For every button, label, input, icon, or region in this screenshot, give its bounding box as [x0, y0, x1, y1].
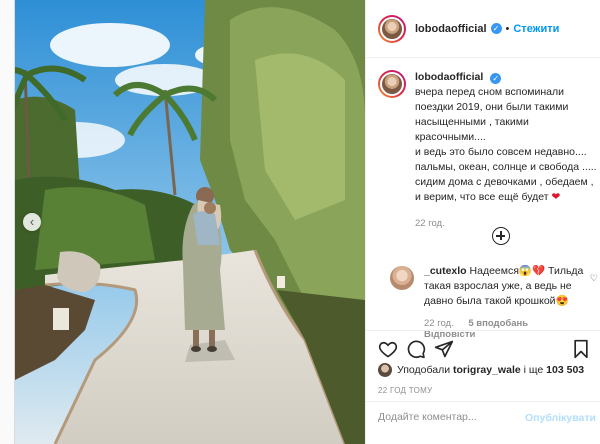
caption-username[interactable]: lobodaofficial: [415, 71, 483, 83]
photo-scene: [15, 0, 365, 444]
publish-button[interactable]: Опублікувати: [525, 412, 596, 424]
heart-icon[interactable]: [378, 339, 398, 359]
commenter-avatar[interactable]: [390, 266, 414, 290]
author-avatar[interactable]: [378, 14, 406, 43]
verified-icon: ✓: [490, 73, 502, 84]
author-username[interactable]: lobodaofficial: [415, 23, 487, 35]
post-header: lobodaofficial ✓ • Стежити: [366, 0, 600, 58]
caption-line: пальмы, океан, солнце и свобода .....: [415, 161, 597, 173]
separator-dot: •: [505, 22, 510, 35]
caption-line: и ведь это было совсем недавно....: [415, 146, 587, 158]
chevron-left-icon: ‹: [29, 214, 35, 229]
comment-item: _cutexlo Надеемся😱💔 Тильда такая взросла…: [390, 264, 598, 340]
commenter-username[interactable]: _cutexlo: [424, 265, 467, 277]
caption-line: вчера перед сном вспоминали: [415, 86, 565, 98]
comment-text: Надеемся: [469, 265, 519, 277]
heart-emoji: ❤: [551, 191, 561, 203]
comment-emoji: 😍: [555, 295, 569, 307]
follow-button[interactable]: Стежити: [513, 23, 559, 35]
caption-line: и верим, что все ещё будет: [415, 191, 549, 203]
add-comment-bar: Опублікувати: [366, 401, 600, 435]
comment-input[interactable]: [378, 411, 528, 423]
caption-line: красочными....: [415, 131, 486, 143]
comment-icon[interactable]: [406, 339, 426, 359]
caption-author-avatar[interactable]: [378, 70, 406, 98]
post-caption: lobodaofficial ✓ вчера перед сном вспоми…: [378, 70, 600, 231]
likes-summary[interactable]: Уподобали torigray_wale і ще 103 503: [378, 363, 584, 377]
liker-username[interactable]: torigray_wale: [453, 364, 521, 376]
liker-avatar: [378, 363, 392, 377]
verified-icon: ✓: [490, 23, 502, 34]
load-more-comments-button[interactable]: [492, 227, 510, 245]
share-icon[interactable]: [434, 339, 454, 359]
caption-line: насыщенными , такими: [415, 116, 529, 128]
comment-emoji: 😱💔: [518, 265, 546, 277]
post-side-panel: lobodaofficial ✓ • Стежити lobodaofficia…: [365, 0, 600, 444]
comment-like-heart-icon[interactable]: ♡: [590, 273, 598, 284]
post-timestamp[interactable]: 22 ГОД ТОМУ: [378, 386, 433, 395]
post-actions: Уподобали torigray_wale і ще 103 503 22 …: [366, 330, 600, 434]
previous-photo-button[interactable]: ‹: [23, 213, 41, 231]
likes-prefix: Уподобали: [397, 364, 451, 376]
bookmark-icon[interactable]: [572, 339, 590, 359]
caption-line: сидим дома с девочками , обедаем ,: [415, 176, 594, 188]
caption-time[interactable]: 22 год.: [415, 216, 600, 231]
comment-likes[interactable]: 5 вподобань: [468, 318, 528, 329]
action-icon-row: [378, 339, 590, 361]
post-photo[interactable]: ‹: [15, 0, 365, 444]
likes-count[interactable]: 103 503: [546, 364, 584, 376]
post-dialog: ‹ lobodaofficial ✓ • Стежити lobodaoffic…: [14, 0, 600, 444]
comment-time[interactable]: 22 год.: [424, 318, 454, 329]
likes-conjunction: і ще: [523, 364, 544, 376]
caption-line: поездки 2019, они были такими: [415, 101, 569, 113]
